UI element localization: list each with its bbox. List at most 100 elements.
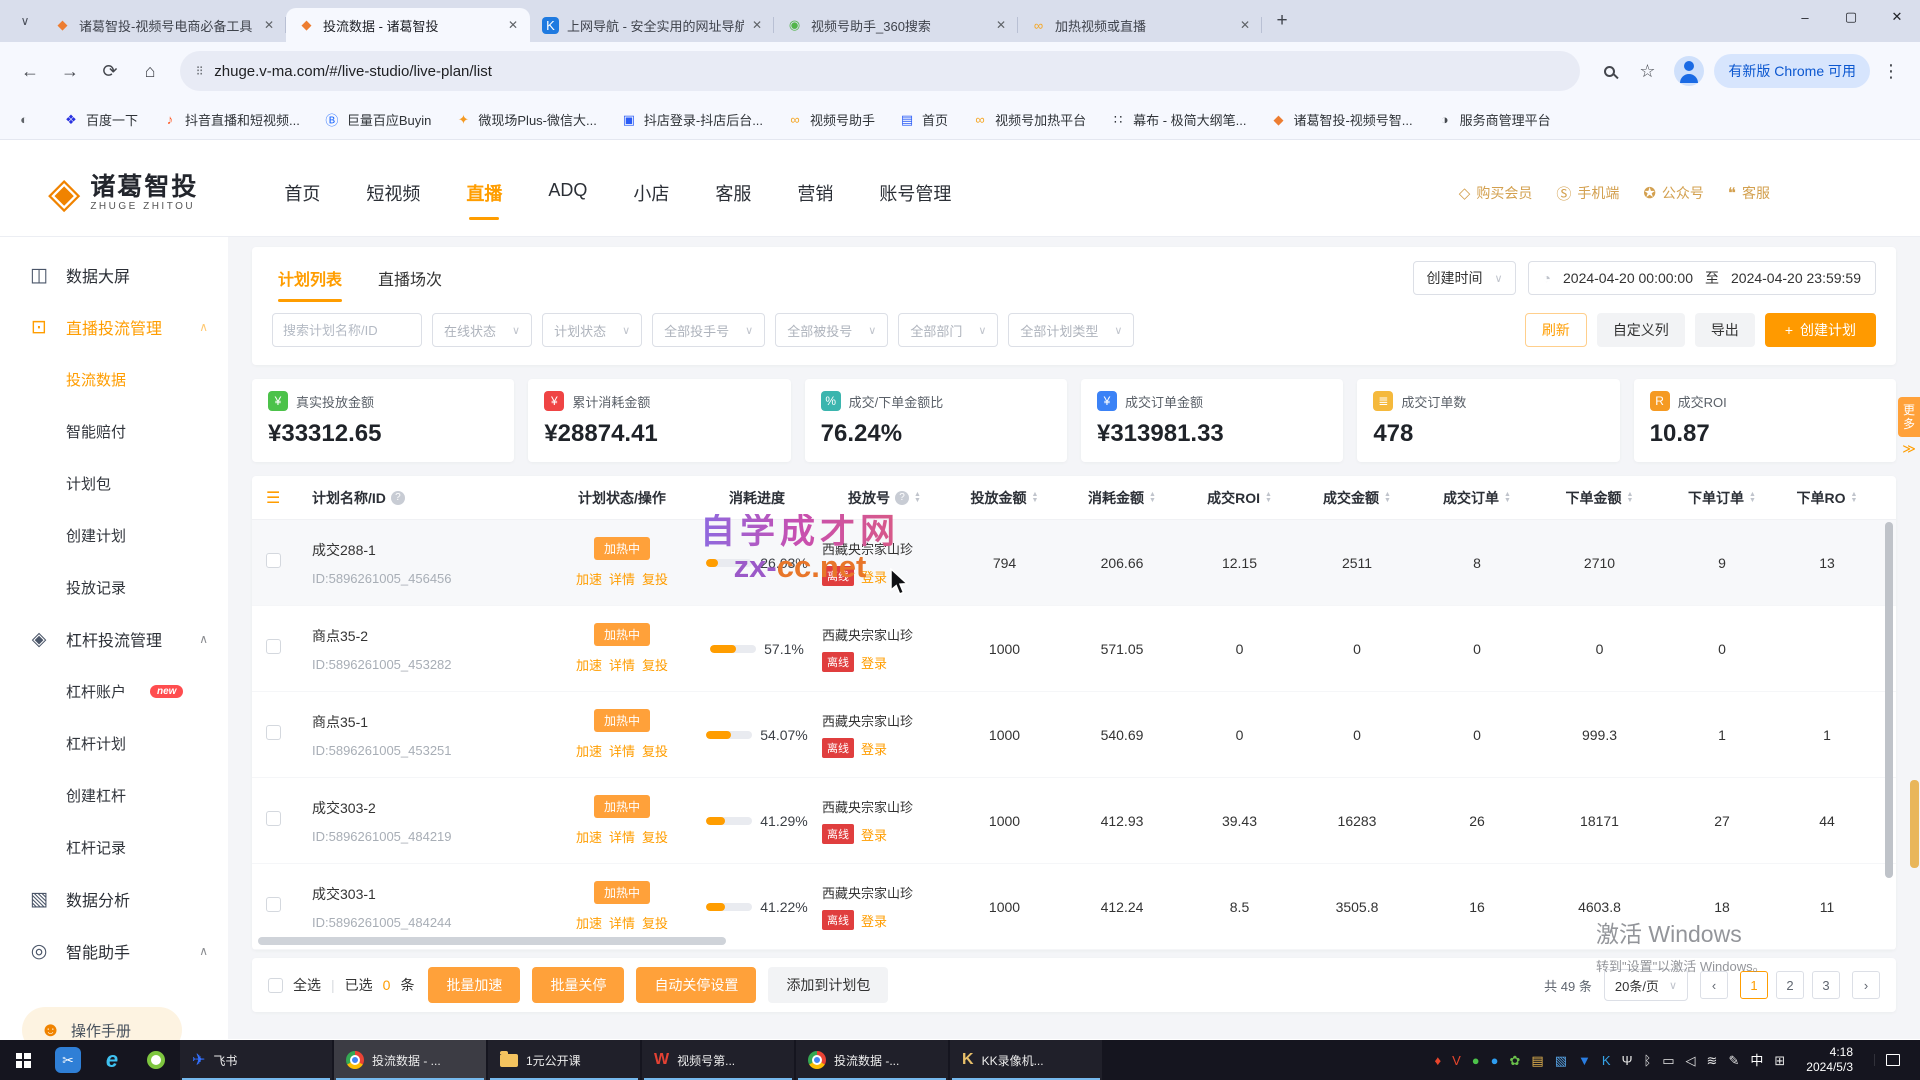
details-link[interactable]: 详情 [609, 655, 635, 674]
accelerate-link[interactable]: 加速 [576, 741, 602, 760]
forward-icon[interactable]: → [52, 53, 88, 89]
table-vertical-scrollbar[interactable] [1885, 522, 1893, 878]
column-header[interactable]: 计划状态/操作 [552, 488, 692, 508]
bookmark-item[interactable]: ∞ 视频号助手 [787, 110, 875, 129]
tab-close-icon[interactable]: ✕ [996, 18, 1006, 32]
taskbar-app[interactable]: 1元公开课 [488, 1040, 640, 1080]
page-number-button[interactable]: 2 [1776, 971, 1804, 999]
next-page-button[interactable]: › [1852, 971, 1880, 999]
home-icon[interactable]: ⌂ [132, 53, 168, 89]
bulk-action-button[interactable]: 批量关停 [532, 967, 624, 1003]
window-close-button[interactable]: ✕ [1874, 0, 1920, 34]
filter-select[interactable]: 计划状态 ∨ [542, 313, 642, 347]
back-icon[interactable]: ← [12, 53, 48, 89]
sidebar-item[interactable]: 投放记录 [0, 561, 228, 613]
accelerate-link[interactable]: 加速 [576, 655, 602, 674]
page-size-select[interactable]: 20条/页 ∨ [1604, 969, 1688, 1001]
nav-item[interactable]: 账号管理 [879, 180, 951, 206]
sidebar-item[interactable]: 创建计划 [0, 509, 228, 561]
nav-item[interactable]: 营销 [797, 180, 833, 206]
column-header[interactable]: 成交金额 ▲▼ [1297, 488, 1417, 508]
browser-menu-icon[interactable]: ⋮ [1874, 54, 1908, 88]
taskbar-clock[interactable]: 4:18 2024/5/3 [1796, 1045, 1863, 1075]
plan-tab[interactable]: 计划列表 [278, 266, 342, 290]
bookmark-item[interactable]: ∞ 视频号加热平台 [972, 110, 1086, 129]
row-checkbox[interactable] [266, 553, 281, 568]
sidebar-item[interactable]: 智能赔付 [0, 405, 228, 457]
header-link[interactable]: ✪ 公众号 [1643, 183, 1704, 203]
column-header[interactable]: 下单订单 ▲▼ [1662, 488, 1782, 508]
plan-search-input[interactable] [272, 313, 422, 347]
time-type-select[interactable]: 创建时间 ∨ [1413, 261, 1515, 295]
start-button[interactable] [0, 1040, 46, 1080]
window-minimize-button[interactable]: – [1782, 0, 1828, 34]
tray-icon[interactable]: ▼ [1578, 1054, 1591, 1067]
reinvest-link[interactable]: 复投 [642, 913, 668, 932]
row-checkbox[interactable] [266, 639, 281, 654]
more-stats-button[interactable]: 更多 ≫ [1898, 397, 1920, 457]
tray-icon[interactable]: ◁ [1686, 1054, 1696, 1067]
tray-icon[interactable]: Ψ [1622, 1054, 1633, 1067]
reinvest-link[interactable]: 复投 [642, 827, 668, 846]
sidebar-item[interactable]: 创建杠杆 [0, 769, 228, 821]
tab-close-icon[interactable]: ✕ [264, 18, 274, 32]
tray-icon[interactable]: 中 [1750, 1054, 1763, 1067]
nav-item[interactable]: ADQ [548, 180, 587, 206]
column-header[interactable]: 成交ROI ▲▼ [1182, 488, 1297, 508]
horizontal-scrollbar[interactable] [258, 937, 726, 945]
site-settings-icon[interactable]: ⁝⁝ [196, 63, 202, 79]
sidebar-item[interactable]: ▧ 数据分析 [0, 873, 228, 925]
tray-icon[interactable]: ▧ [1555, 1054, 1567, 1067]
search-icon[interactable] [1592, 54, 1626, 88]
bookmark-item[interactable]: ▣ 抖店登录-抖店后台... [621, 110, 763, 129]
page-number-button[interactable]: 1 [1740, 971, 1768, 999]
bulk-action-button[interactable]: 批量加速 [428, 967, 520, 1003]
prev-page-button[interactable]: ‹ [1700, 971, 1728, 999]
nav-item[interactable]: 小店 [633, 180, 669, 206]
tray-icon[interactable]: ♦ [1434, 1054, 1441, 1067]
details-link[interactable]: 详情 [609, 741, 635, 760]
sort-icon[interactable]: ▲▼ [1032, 492, 1039, 504]
bookmark-item[interactable]: ◑ 服务商管理平台 [1437, 110, 1551, 129]
bookmark-item[interactable]: ❖ 百度一下 [63, 110, 138, 129]
login-link[interactable]: 登录 [861, 739, 887, 758]
tray-icon[interactable]: ≋ [1707, 1054, 1718, 1067]
page-scrollbar[interactable] [1910, 780, 1919, 868]
browser-tab[interactable]: K 上网导航 - 安全实用的网址导航 ✕ [530, 8, 774, 42]
row-checkbox[interactable] [266, 725, 281, 740]
column-header[interactable]: 投放金额 ▲▼ [947, 488, 1062, 508]
sort-icon[interactable]: ▲▼ [1749, 492, 1756, 504]
row-checkbox[interactable] [266, 811, 281, 826]
chrome-update-chip[interactable]: 有新版 Chrome 可用 [1714, 54, 1870, 88]
reinvest-link[interactable]: 复投 [642, 569, 668, 588]
bookmark-item[interactable]: ∷ 幕布 - 极简大纲笔... [1110, 110, 1246, 129]
date-range-picker[interactable]: ◔ 2024-04-20 00:00:00 至 2024-04-20 23:59… [1528, 261, 1876, 295]
bookmark-item[interactable]: ♪ 抖音直播和短视频... [162, 110, 300, 129]
window-maximize-button[interactable]: ▢ [1828, 0, 1874, 34]
details-link[interactable]: 详情 [609, 913, 635, 932]
taskbar-app[interactable]: 投流数据 - ... [334, 1040, 486, 1080]
select-all-label[interactable]: 全选 [293, 975, 321, 995]
sidebar-item[interactable]: 杠杆记录 [0, 821, 228, 873]
bookmark-star-icon[interactable]: ☆ [1630, 54, 1664, 88]
tray-icon[interactable]: ▤ [1531, 1054, 1543, 1067]
tab-search-button[interactable]: ∨ [12, 8, 38, 34]
row-checkbox[interactable] [266, 897, 281, 912]
details-link[interactable]: 详情 [609, 827, 635, 846]
tab-close-icon[interactable]: ✕ [752, 18, 762, 32]
login-link[interactable]: 登录 [861, 911, 887, 930]
app-logo[interactable]: ◈ 诸葛智投 ZHUGE ZHITOU [48, 172, 198, 214]
accelerate-link[interactable]: 加速 [576, 827, 602, 846]
add-to-package-button[interactable]: 添加到计划包 [768, 967, 888, 1003]
new-tab-button[interactable]: + [1268, 7, 1296, 35]
tray-icon[interactable]: ● [1491, 1054, 1499, 1067]
address-bar[interactable]: ⁝⁝ zhuge.v-ma.com/#/live-studio/live-pla… [180, 51, 1580, 91]
column-header[interactable]: 消耗金额 ▲▼ [1062, 488, 1182, 508]
sidebar-item[interactable]: 杠杆计划 [0, 717, 228, 769]
column-header[interactable]: 成交订单 ▲▼ [1417, 488, 1537, 508]
bulk-action-button[interactable]: 自动关停设置 [636, 967, 756, 1003]
notification-center-button[interactable] [1874, 1054, 1910, 1066]
sort-icon[interactable]: ▲▼ [914, 492, 921, 504]
tab-close-icon[interactable]: ✕ [1240, 18, 1250, 32]
taskbar-app[interactable]: 投流数据 -... [796, 1040, 948, 1080]
